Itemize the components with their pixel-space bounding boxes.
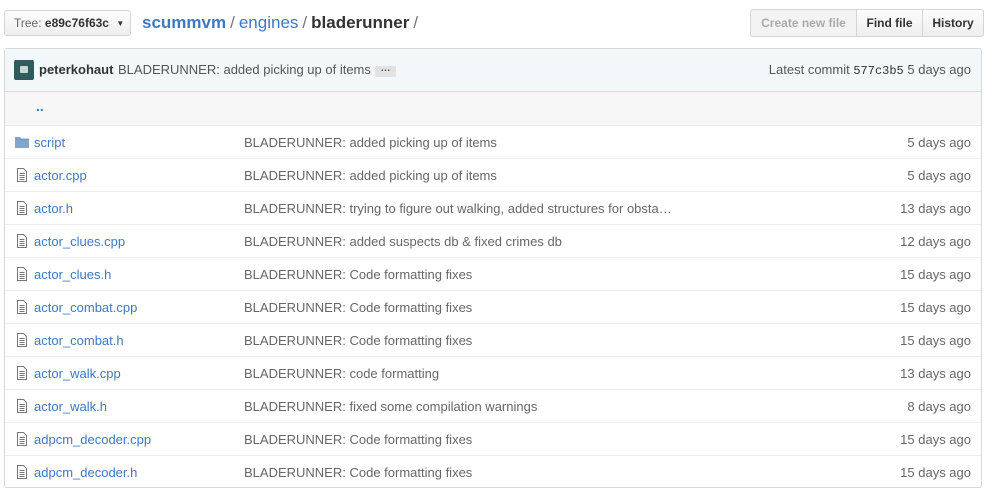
file-commit-message-link[interactable]: BLADERUNNER: trying to figure out walkin… — [244, 201, 672, 216]
branch-select-button[interactable]: Tree: e89c76f63c ▼ — [4, 10, 131, 36]
file-icon — [14, 201, 30, 215]
file-icon — [14, 366, 30, 380]
file-name-link[interactable]: actor_clues.h — [34, 267, 111, 282]
file-icon — [14, 267, 30, 281]
latest-commit-label: Latest commit — [768, 62, 850, 77]
branch-label: Tree: — [14, 16, 42, 30]
branch-value: e89c76f63c — [44, 16, 109, 30]
breadcrumb-repo-link[interactable]: scummvm — [142, 13, 226, 32]
file-row: actor.cpp BLADERUNNER: added picking up o… — [5, 159, 981, 192]
file-row: script BLADERUNNER: added picking up of i… — [5, 126, 981, 159]
file-commit-age: 5 days ago — [907, 135, 971, 150]
breadcrumb-separator: / — [413, 13, 419, 32]
file-name-link[interactable]: actor_combat.h — [34, 333, 124, 348]
file-commit-age: 8 days ago — [907, 399, 971, 414]
file-row: actor_clues.cpp BLADERUNNER: added suspec… — [5, 225, 981, 258]
file-name-link[interactable]: actor.h — [34, 201, 73, 216]
file-name-link[interactable]: actor.cpp — [34, 168, 87, 183]
file-commit-message-link[interactable]: BLADERUNNER: Code formatting fixes — [244, 465, 472, 480]
file-name-link[interactable]: actor_combat.cpp — [34, 300, 137, 315]
breadcrumb-separator: / — [230, 13, 235, 32]
file-commit-message-link[interactable]: BLADERUNNER: added picking up of items — [244, 135, 497, 150]
file-commit-message-link[interactable]: BLADERUNNER: Code formatting fixes — [244, 267, 472, 282]
find-file-button[interactable]: Find file — [856, 9, 923, 37]
file-name-link[interactable]: actor_clues.cpp — [34, 234, 125, 249]
file-commit-age: 13 days ago — [900, 201, 971, 216]
file-icon — [14, 168, 30, 182]
file-row: actor_combat.h BLADERUNNER: Code formatti… — [5, 324, 981, 357]
file-name-link[interactable]: actor_walk.h — [34, 399, 107, 414]
parent-directory-row: .. — [5, 92, 981, 126]
file-row: actor_clues.h BLADERUNNER: Code formattin… — [5, 258, 981, 291]
file-commit-message-link[interactable]: BLADERUNNER: Code formatting fixes — [244, 432, 472, 447]
file-icon — [14, 234, 30, 248]
history-button[interactable]: History — [922, 9, 984, 37]
file-icon — [14, 333, 30, 347]
file-commit-age: 5 days ago — [907, 168, 971, 183]
file-icon — [14, 432, 30, 446]
file-name-link[interactable]: adpcm_decoder.h — [34, 465, 137, 480]
breadcrumb-current: bladerunner — [311, 13, 410, 32]
file-commit-age: 15 days ago — [900, 333, 971, 348]
breadcrumb-separator: / — [302, 13, 308, 32]
file-name-link[interactable]: adpcm_decoder.cpp — [34, 432, 151, 447]
file-commit-message-link[interactable]: BLADERUNNER: added picking up of items — [244, 168, 497, 183]
file-commit-age: 12 days ago — [900, 234, 971, 249]
create-new-file-button[interactable]: Create new file — [750, 9, 857, 37]
file-commit-message-link[interactable]: BLADERUNNER: Code formatting fixes — [244, 300, 472, 315]
file-name-link[interactable]: script — [34, 135, 65, 150]
file-rows: script BLADERUNNER: added picking up of i… — [5, 126, 981, 487]
file-commit-message-link[interactable]: BLADERUNNER: fixed some compilation warn… — [244, 399, 537, 414]
breadcrumb-engines-link[interactable]: engines — [239, 13, 299, 32]
file-commit-message-link[interactable]: BLADERUNNER: Code formatting fixes — [244, 333, 472, 348]
file-commit-age: 15 days ago — [900, 300, 971, 315]
file-row: actor_combat.cpp BLADERUNNER: Code format… — [5, 291, 981, 324]
file-icon — [14, 300, 30, 314]
file-commit-message-link[interactable]: BLADERUNNER: code formatting — [244, 366, 439, 381]
caret-down-icon: ▼ — [116, 19, 125, 28]
latest-commit-bar: peterkohaut BLADERUNNER: added picking u… — [5, 49, 981, 92]
commit-author-link[interactable]: peterkohaut — [39, 62, 113, 77]
file-row: adpcm_decoder.h BLADERUNNER: Code formatt… — [5, 456, 981, 487]
file-commit-age: 15 days ago — [900, 465, 971, 480]
file-commit-age: 15 days ago — [900, 267, 971, 282]
file-actions: Create new file Find file History — [750, 9, 984, 37]
file-list: peterkohaut BLADERUNNER: added picking u… — [4, 48, 982, 488]
breadcrumb: scummvm / engines / bladerunner / — [142, 12, 422, 34]
file-row: actor_walk.h BLADERUNNER: fixed some comp… — [5, 390, 981, 423]
file-name-link[interactable]: actor_walk.cpp — [34, 366, 121, 381]
latest-commit-info: Latest commit 577c3b5 5 days ago — [769, 62, 971, 78]
file-commit-age: 13 days ago — [900, 366, 971, 381]
file-row: actor_walk.cpp BLADERUNNER: code formatti… — [5, 357, 981, 390]
file-row: adpcm_decoder.cpp BLADERUNNER: Code forma… — [5, 423, 981, 456]
folder-icon — [14, 135, 30, 149]
file-commit-age: 15 days ago — [900, 432, 971, 447]
expand-commit-button[interactable]: … — [375, 64, 396, 77]
commit-age: 5 days ago — [907, 62, 971, 77]
file-navigation: Tree: e89c76f63c ▼ scummvm / engines / blade… — [0, 0, 995, 48]
commit-sha-link[interactable]: 577c3b5 — [853, 64, 903, 78]
file-icon — [14, 399, 30, 413]
file-icon — [14, 465, 30, 479]
file-row: actor.h BLADERUNNER: trying to figure out… — [5, 192, 981, 225]
file-commit-message-link[interactable]: BLADERUNNER: added suspects db & fixed c… — [244, 234, 562, 249]
parent-directory-link[interactable]: .. — [36, 98, 44, 114]
avatar[interactable] — [14, 60, 34, 80]
commit-message-link[interactable]: BLADERUNNER: added picking up of items — [118, 62, 371, 77]
